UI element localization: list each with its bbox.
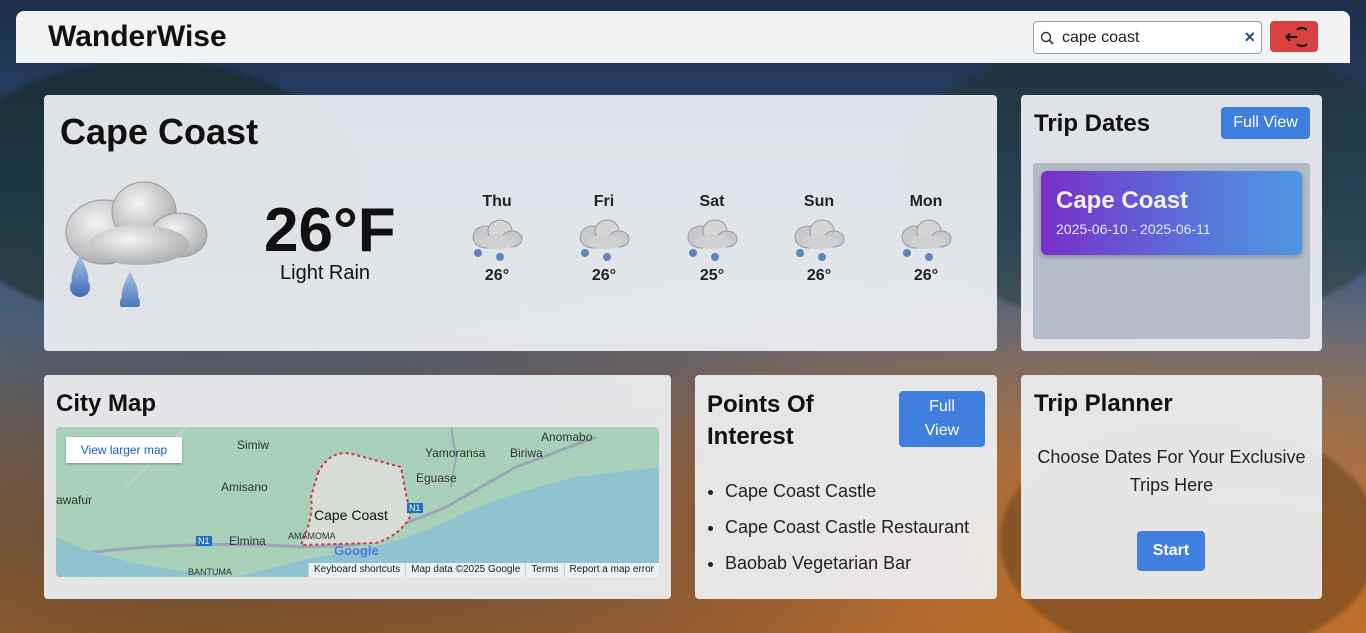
map-data-text: Map data ©2025 Google [405, 563, 525, 577]
poi-item[interactable]: Cape Coast Castle Restaurant [725, 513, 985, 541]
forecast-day-name: Mon [909, 193, 943, 210]
poi-item[interactable]: Baobab Vegetarian Bar [725, 549, 985, 577]
rain-cloud-icon [687, 219, 738, 261]
forecast-day-name: Thu [482, 193, 512, 210]
poi-title-line: Points Of [707, 391, 814, 418]
poi-list: Cape Coast Castle Cape Coast Castle Rest… [725, 477, 985, 585]
map-label: Biriwa [510, 446, 543, 460]
forecast-day-name: Sat [699, 193, 725, 210]
rain-cloud-icon [472, 219, 523, 261]
start-button[interactable]: Start [1137, 531, 1205, 571]
forecast-day: Mon 26° [896, 193, 956, 285]
report-map-error-link[interactable]: Report a map error [563, 563, 659, 577]
weather-city: Cape Coast [60, 111, 259, 152]
forecast-day: Sat 25° [682, 193, 742, 285]
trip-list: Cape Coast 2025-06-10 - 2025-06-11 [1033, 163, 1310, 339]
google-logo: Google [334, 543, 379, 558]
city-map-card: City Map View larger map Simiw Yamoransa… [44, 375, 671, 599]
map-label: Anomabo [541, 430, 593, 444]
forecast-temp: 26° [591, 267, 617, 284]
poi-title-line: Interest [707, 423, 794, 450]
top-bar: WanderWise cape coast × [16, 11, 1350, 63]
current-temperature: 26°F [264, 196, 396, 265]
points-of-interest-card: Points Of Interest Full View Cape Coast … [695, 375, 997, 599]
forecast-day-name: Fri [593, 193, 615, 210]
forecast-temp: 26° [484, 267, 510, 284]
trip-name: Cape Coast [1056, 187, 1189, 214]
trip-date-range: 2025-06-10 - 2025-06-11 [1056, 221, 1211, 237]
trip-card[interactable]: Cape Coast 2025-06-10 - 2025-06-11 [1041, 171, 1302, 255]
embedded-map[interactable]: View larger map Simiw Yamoransa Anomabo … [56, 427, 659, 577]
map-label: Yamoransa [425, 446, 486, 460]
map-label: AMAMOMA [288, 531, 336, 541]
trip-planner-card: Trip Planner Choose Dates For Your Exclu… [1021, 375, 1322, 599]
rain-cloud-icon [901, 219, 952, 261]
forecast-day-name: Sun [803, 193, 835, 210]
map-label: Elmina [229, 534, 266, 548]
map-label: Simiw [237, 438, 269, 452]
trip-dates-title: Trip Dates [1034, 110, 1151, 137]
trip-planner-description: Choose Dates For Your Exclusive Trips He… [1037, 447, 1306, 495]
view-larger-map-link[interactable]: View larger map [66, 437, 182, 463]
poi-full-view-label: View [924, 422, 960, 439]
keyboard-shortcuts-link[interactable]: Keyboard shortcuts [307, 563, 405, 577]
rain-cloud-icon [65, 181, 208, 307]
search-input[interactable]: cape coast × [1033, 21, 1262, 54]
clear-search-icon[interactable]: × [1244, 27, 1255, 48]
logout-button[interactable] [1270, 21, 1318, 52]
trip-planner-title: Trip Planner [1034, 390, 1173, 417]
rain-cloud-icon [794, 219, 845, 261]
poi-full-view-button[interactable]: Full View [899, 391, 985, 447]
map-label: BANTUMA [188, 567, 233, 577]
current-condition: Light Rain [280, 262, 371, 284]
map-label: Cape Coast [314, 507, 388, 523]
forecast-temp: 26° [913, 267, 939, 284]
trip-dates-full-view-button[interactable]: Full View [1221, 107, 1310, 139]
rain-cloud-icon [579, 219, 630, 261]
map-label: Eguase [416, 471, 457, 485]
brand-logo[interactable]: WanderWise [48, 20, 227, 54]
forecast-day: Thu 26° [467, 193, 527, 285]
poi-full-view-label: Full [929, 398, 955, 415]
road-shield: N1 [196, 536, 212, 546]
search-value[interactable]: cape coast [1062, 29, 1139, 47]
terms-link[interactable]: Terms [525, 563, 563, 577]
trip-dates-card: Trip Dates Full View Cape Coast 2025-06-… [1021, 95, 1322, 351]
poi-title: Points Of Interest [707, 389, 814, 453]
forecast-temp: 26° [806, 267, 832, 284]
logout-icon [1285, 27, 1307, 47]
weather-card: Cape Coast 26°F Light Rain Thu 26° Fri 2… [44, 95, 997, 351]
forecast-day: Sun 26° [789, 193, 849, 285]
map-label: Amisano [221, 480, 268, 494]
search-icon [1040, 31, 1054, 45]
map-label: awafur [56, 493, 93, 507]
forecast-day: Fri 26° [574, 193, 634, 285]
poi-item[interactable]: Cape Coast Castle [725, 477, 985, 505]
road-shield: N1 [407, 503, 423, 513]
map-attribution: Keyboard shortcuts Map data ©2025 Google… [307, 563, 659, 577]
forecast-temp: 25° [699, 267, 725, 284]
city-map-title: City Map [56, 390, 157, 417]
